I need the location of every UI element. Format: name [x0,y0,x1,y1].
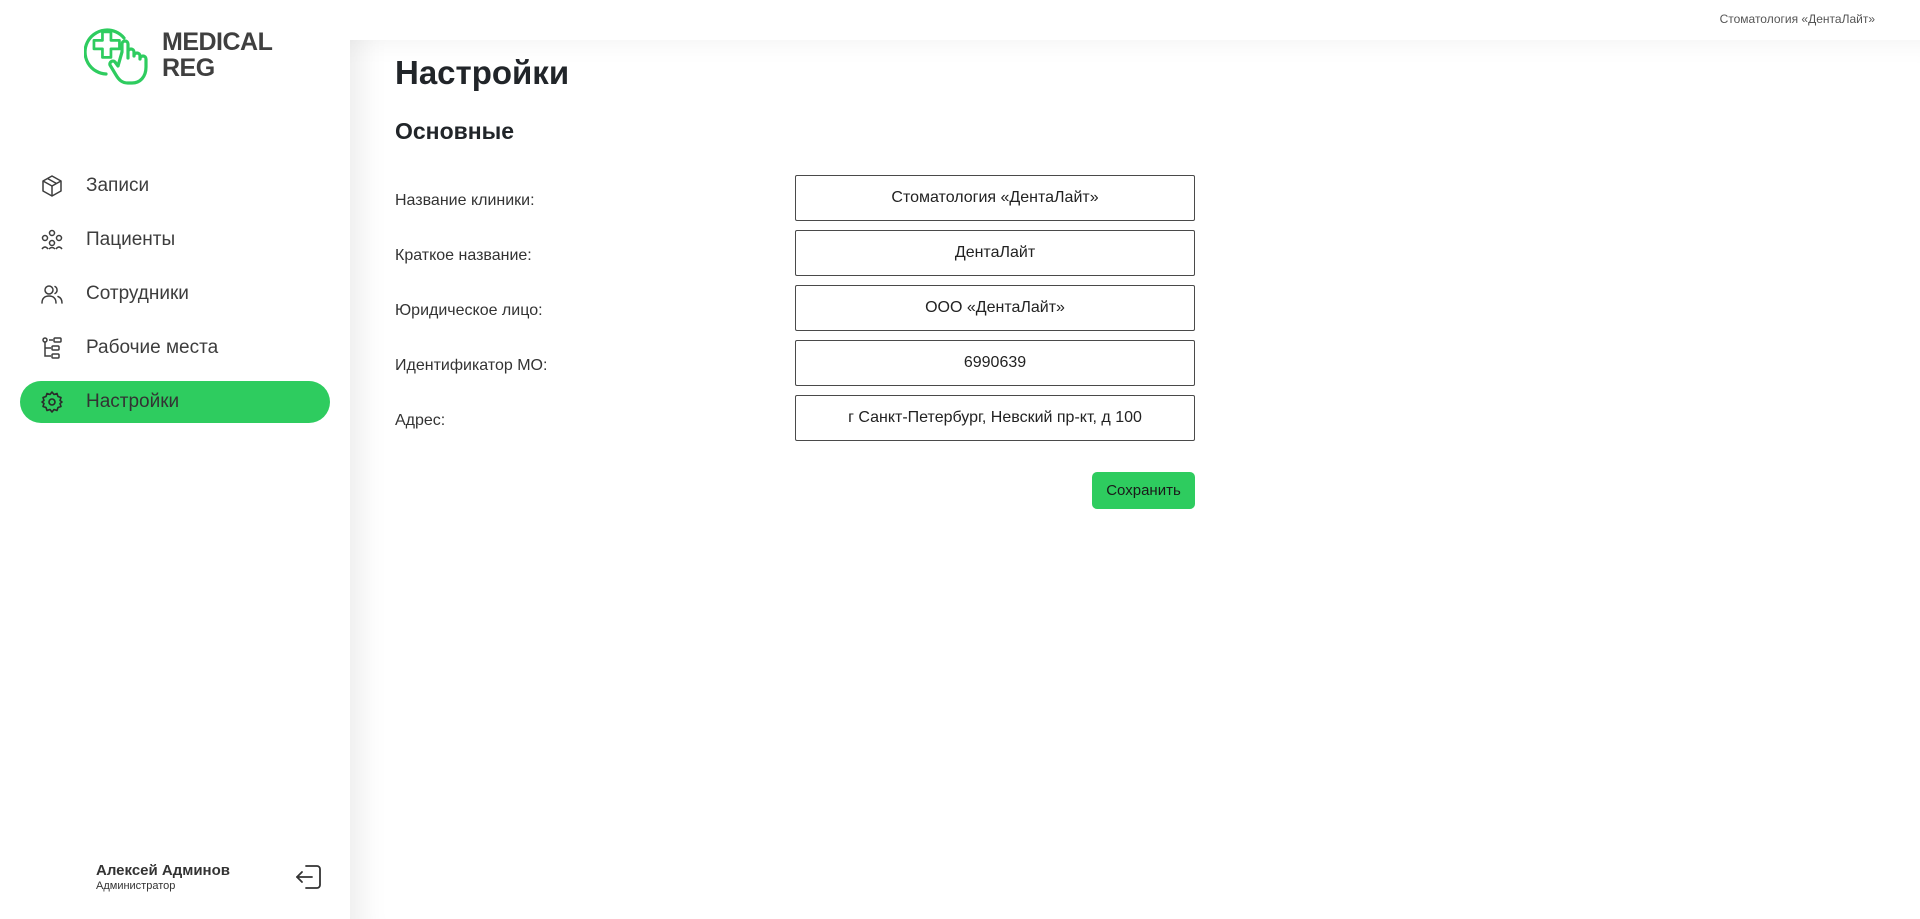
form-row-clinic-name: Название клиники: [395,175,1195,221]
box-icon [38,172,66,200]
logout-icon [296,865,321,889]
sidebar-item-label: Рабочие места [86,337,219,358]
app-root: MEDICAL REG Записи Пациенты Сотрудники Р… [0,0,1920,919]
field-label: Идентификатор МО: [395,357,548,374]
clinic-name-input[interactable] [795,175,1195,221]
logo-text: MEDICAL REG [162,28,273,82]
sidebar-item-patients[interactable]: Пациенты [20,219,330,261]
form-row-legal-entity: Юридическое лицо: [395,285,1195,331]
form-row-mo-id: Идентификатор МО: [395,340,1195,386]
patients-icon [38,226,66,254]
header-clinic-name: Стоматология «ДентаЛайт» [1719,12,1875,26]
address-input[interactable] [795,395,1195,441]
form-row-short-name: Краткое название: [395,230,1195,276]
field-label: Юридическое лицо: [395,302,543,319]
staff-icon [38,280,66,308]
workplaces-icon [38,334,66,362]
user-info: Алексей Админов Администратор [96,862,230,892]
logo-line-2: REG [162,54,215,82]
legal-entity-input[interactable] [795,285,1195,331]
mo-id-input[interactable] [795,340,1195,386]
sidebar-item-label: Пациенты [86,229,176,250]
sidebar-item-records[interactable]: Записи [20,165,330,207]
gear-icon [38,388,66,416]
save-button[interactable]: Сохранить [1092,472,1195,509]
short-name-input[interactable] [795,230,1195,276]
sidebar-item-label: Настройки [86,391,180,412]
logout-button[interactable] [294,862,324,892]
user-name: Алексей Админов [96,862,231,879]
medical-cross-hand-icon [84,28,148,85]
section-title: Основные [395,118,515,144]
sidebar-item-label: Сотрудники [86,283,189,304]
form-row-address: Адрес: [395,395,1195,441]
sidebar-item-settings[interactable]: Настройки [20,381,330,423]
logo-line-1: MEDICAL [162,28,273,56]
field-label: Краткое название: [395,247,532,264]
sidebar-item-label: Записи [86,175,150,196]
sidebar-item-workplaces[interactable]: Рабочие места [20,327,330,369]
user-role: Администратор [96,880,176,892]
sidebar-nav: Записи Пациенты Сотрудники Рабочие места… [20,165,330,435]
page-title: Настройки [395,54,570,91]
sidebar-item-staff[interactable]: Сотрудники [20,273,330,315]
logo[interactable]: MEDICAL REG [84,24,273,86]
field-label: Название клиники: [395,192,535,209]
field-label: Адрес: [395,412,446,429]
sidebar: MEDICAL REG Записи Пациенты Сотрудники Р… [0,0,350,919]
